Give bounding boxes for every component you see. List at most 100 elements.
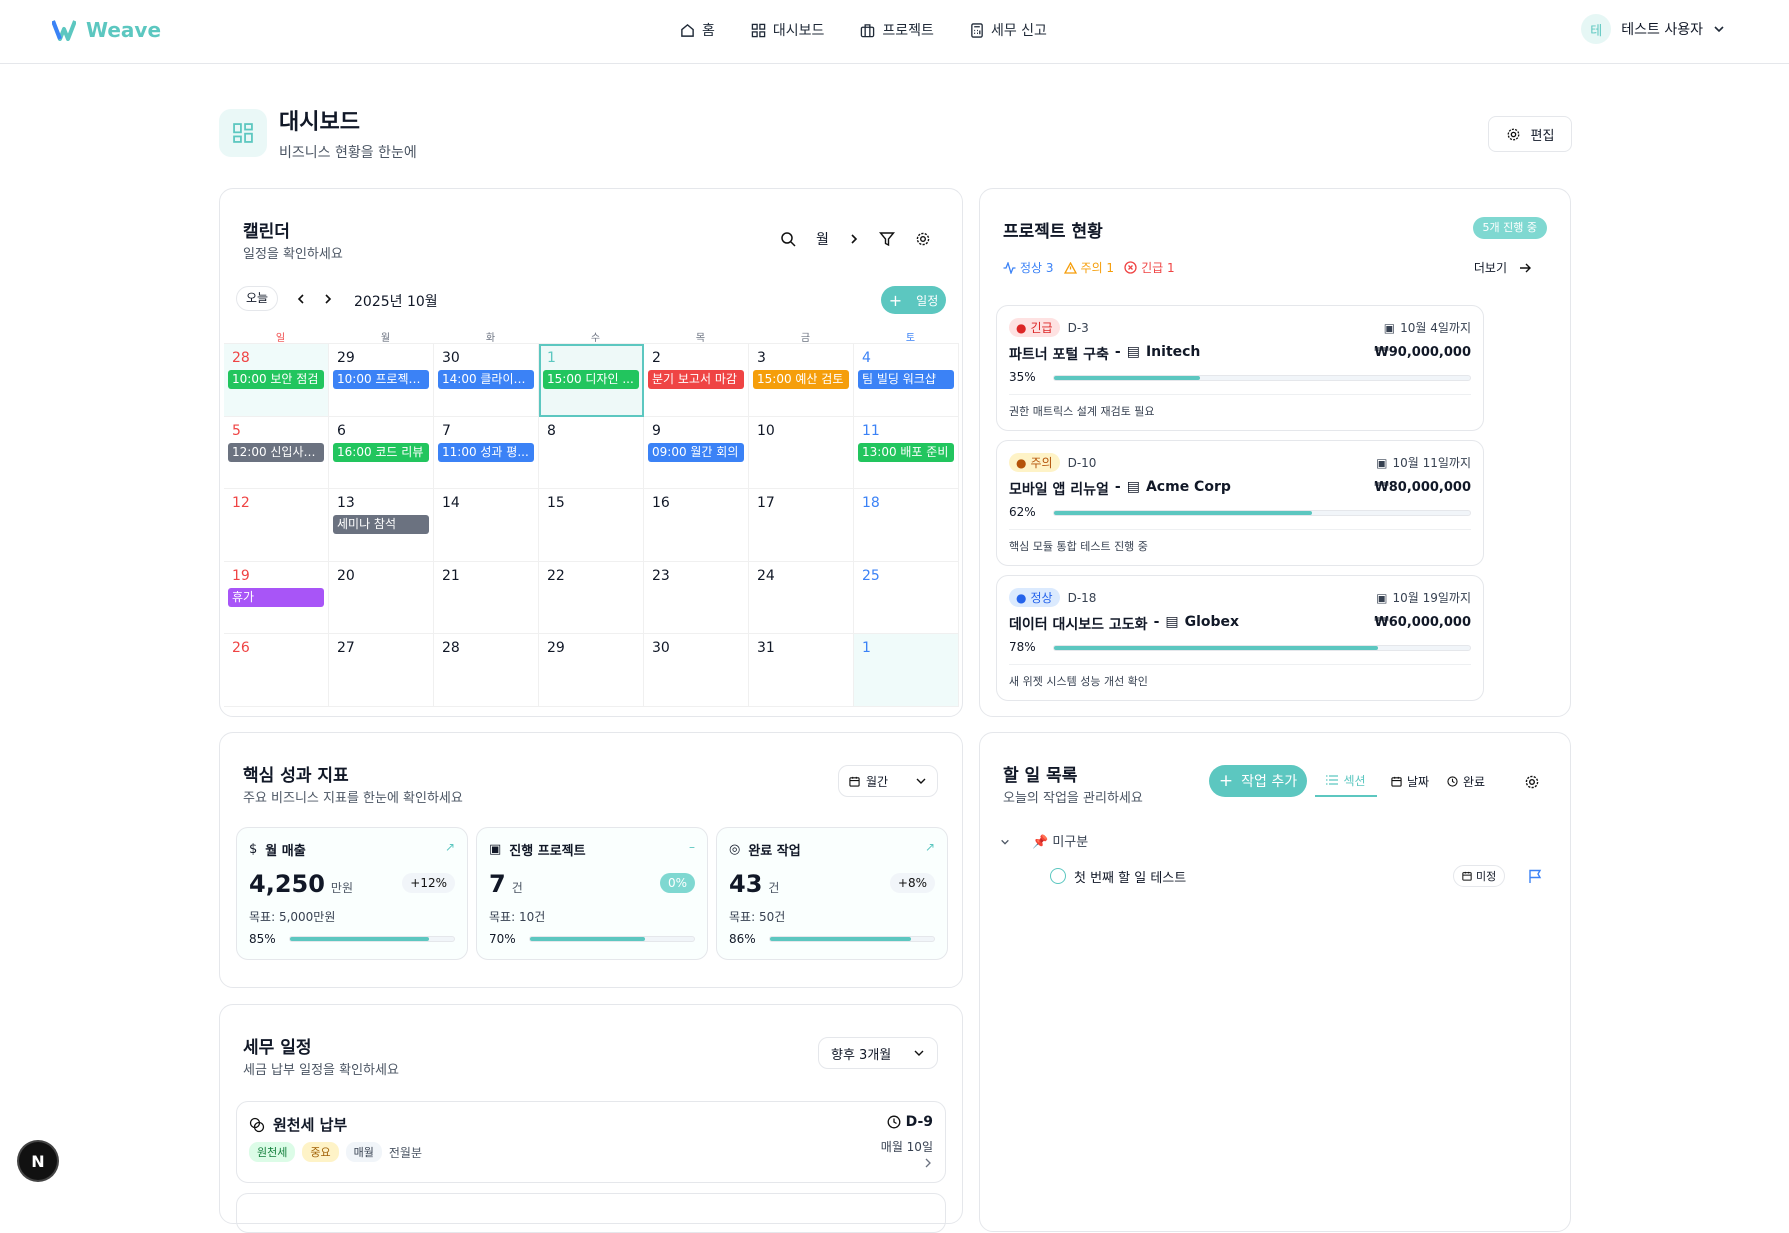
calendar-event[interactable]: 팀 빌딩 워크샵 xyxy=(858,370,954,389)
calendar-day[interactable]: 1 15:00 디자인 ... xyxy=(539,344,644,417)
project-note: 핵심 모듈 통합 테스트 진행 중 xyxy=(1009,540,1148,553)
calendar-day[interactable]: 7 11:00 성과 평... xyxy=(434,416,539,489)
calendar-day[interactable]: 23 xyxy=(644,561,749,634)
kpi-tile[interactable]: $ 월 매출 ↗ 4,250 만원 +12% 목표: 5,000만원 85% xyxy=(236,827,468,960)
kpi-delta: 0% xyxy=(659,873,695,893)
calendar-day[interactable]: 29 xyxy=(539,634,644,707)
today-button[interactable]: 오늘 xyxy=(236,286,279,311)
calendar-day[interactable]: 16 xyxy=(644,489,749,562)
period-select[interactable]: 월간 xyxy=(838,765,938,797)
kpi-delta: +12% xyxy=(402,873,455,893)
calendar-day[interactable]: 13 세미나 참석 xyxy=(329,489,434,562)
tab-done-label: 완료 xyxy=(1462,774,1486,789)
filter-icon[interactable] xyxy=(878,231,895,247)
kpi-label: 완료 작업 xyxy=(748,844,801,859)
calendar-day[interactable]: 11 13:00 배포 준비 xyxy=(854,416,959,489)
next-month-icon[interactable] xyxy=(323,293,333,305)
calendar-day[interactable]: 22 xyxy=(539,561,644,634)
calendar-day[interactable]: 29 10:00 프로젝트... xyxy=(329,344,434,417)
calendar-day[interactable]: 28 xyxy=(434,634,539,707)
calendar-day[interactable]: 25 xyxy=(854,561,959,634)
task-checkbox[interactable] xyxy=(1050,868,1066,884)
view-mode[interactable]: 월 xyxy=(816,229,829,249)
calendar-day[interactable]: 4 팀 빌딩 워크샵 xyxy=(854,344,959,417)
calendar-event[interactable]: 12:00 신입사원... xyxy=(228,442,324,462)
x-circle-icon xyxy=(1124,261,1137,274)
filter-urgent[interactable]: 긴급 1 xyxy=(1124,259,1175,276)
calendar-day[interactable]: 14 xyxy=(434,489,539,562)
tax-item[interactable]: 원천세 납부 원천세 중요 매월 전월분 D-9 매월 10일 xyxy=(236,1101,946,1183)
calendar-event[interactable]: 14:00 클라이언... xyxy=(438,370,534,389)
calendar-day[interactable]: 10 xyxy=(749,416,854,489)
calendar-event[interactable]: 휴가 xyxy=(228,587,324,607)
chevron-right-icon[interactable] xyxy=(849,233,859,245)
filter-warn[interactable]: 주의 1 xyxy=(1063,259,1114,276)
add-event-button[interactable]: + 일정 xyxy=(881,286,946,314)
nav-home[interactable]: 홈 xyxy=(680,20,715,40)
calendar-day[interactable]: 8 xyxy=(539,416,644,489)
calendar-event[interactable]: 09:00 월간 회의 xyxy=(648,442,744,462)
nav-projects[interactable]: 프로젝트 xyxy=(860,20,934,40)
logo[interactable]: Weave xyxy=(52,18,161,42)
tab-date[interactable]: 날짜 xyxy=(1384,765,1436,797)
calendar-day[interactable]: 30 14:00 클라이언... xyxy=(434,344,539,417)
nav-dashboard[interactable]: 대시보드 xyxy=(751,20,824,40)
calendar-event[interactable]: 10:00 보안 점검 xyxy=(228,370,324,389)
calendar-day[interactable]: 6 16:00 코드 리뷰 xyxy=(329,416,434,489)
flag-icon[interactable] xyxy=(1528,869,1542,884)
settings-icon[interactable] xyxy=(915,231,931,247)
calendar-event[interactable]: 세미나 참석 xyxy=(333,515,429,534)
tax-item-next[interactable] xyxy=(236,1193,946,1233)
calendar-event[interactable]: 11:00 성과 평... xyxy=(438,442,534,462)
settings-icon[interactable] xyxy=(1524,774,1540,790)
prev-month-icon[interactable] xyxy=(296,293,306,305)
more-link[interactable]: 더보기 xyxy=(1474,259,1532,276)
tab-section[interactable]: 섹션 xyxy=(1315,765,1377,797)
briefcase-icon: ▣ xyxy=(489,842,502,857)
add-task-button[interactable]: + 작업 추가 xyxy=(1209,765,1307,797)
calendar-event[interactable]: 13:00 배포 준비 xyxy=(858,442,954,462)
kpi-tile[interactable]: ◎ 완료 작업 ↗ 43 건 +8% 목표: 50건 86% xyxy=(716,827,948,960)
calendar-day[interactable]: 18 xyxy=(854,489,959,562)
calendar-day[interactable]: 15 xyxy=(539,489,644,562)
calendar-day[interactable]: 20 xyxy=(329,561,434,634)
calendar-day[interactable]: 12 xyxy=(224,489,329,562)
tab-done[interactable]: 완료 xyxy=(1440,765,1492,797)
calendar-event[interactable]: 16:00 코드 리뷰 xyxy=(333,442,429,462)
calendar-day[interactable]: 17 xyxy=(749,489,854,562)
calendar-event[interactable]: 분기 보고서 마감 xyxy=(648,370,744,389)
project-card[interactable]: ● 긴급 D-3 ▣ 10월 4일까지 파트너 포털 구축 - ▤ Initech ₩90,000… xyxy=(996,305,1484,431)
calendar-day[interactable]: 5 12:00 신입사원... xyxy=(224,416,329,489)
user-menu[interactable]: 테 테스트 사용자 xyxy=(1581,14,1725,44)
calendar-day[interactable]: 2 분기 보고서 마감 xyxy=(644,344,749,417)
nav-tax[interactable]: 세무 신고 xyxy=(970,20,1047,40)
clock-icon xyxy=(887,1115,901,1129)
calendar-day[interactable]: 3 15:00 예산 검토 xyxy=(749,344,854,417)
tax-date: 매월 10일 xyxy=(880,1140,933,1154)
weekday-label: 수 xyxy=(590,333,601,344)
next-dev-button[interactable]: N xyxy=(19,1142,57,1180)
range-select[interactable]: 향후 3개월 xyxy=(818,1037,938,1069)
calendar-event[interactable]: 15:00 디자인 ... xyxy=(543,370,639,389)
calendar-day[interactable]: 30 xyxy=(644,634,749,707)
calendar-day[interactable]: 19 휴가 xyxy=(224,561,329,634)
calendar-day[interactable]: 27 xyxy=(329,634,434,707)
task-text[interactable]: 첫 번째 할 일 테스트 xyxy=(1074,867,1186,886)
filter-normal[interactable]: 정상 3 xyxy=(1003,259,1054,276)
calendar-event[interactable]: 10:00 프로젝트... xyxy=(333,370,429,389)
project-card[interactable]: ● 주의 D-10 ▣ 10월 11일까지 모바일 앱 리뉴얼 - ▤ Acme Corp ₩80… xyxy=(996,440,1484,566)
calendar-day[interactable]: 1 xyxy=(854,634,959,707)
calendar-event[interactable]: 15:00 예산 검토 xyxy=(753,370,849,389)
chevron-down-icon[interactable] xyxy=(1000,837,1010,847)
project-card[interactable]: ● 정상 D-18 ▣ 10월 19일까지 데이터 대시보드 고도화 - ▤ Globex ₩60… xyxy=(996,575,1484,701)
calendar-day[interactable]: 31 xyxy=(749,634,854,707)
edit-button[interactable]: 편집 xyxy=(1488,116,1572,152)
calendar-day[interactable]: 26 xyxy=(224,634,329,707)
calendar-day[interactable]: 21 xyxy=(434,561,539,634)
search-icon[interactable] xyxy=(780,231,796,247)
kpi-tile[interactable]: ▣ 진행 프로젝트 – 7 건 0% 목표: 10건 70% xyxy=(476,827,708,960)
calendar-day[interactable]: 28 10:00 보안 점검 xyxy=(224,344,329,417)
task-date-badge[interactable]: 미정 xyxy=(1453,865,1506,887)
calendar-day[interactable]: 9 09:00 월간 회의 xyxy=(644,416,749,489)
calendar-day[interactable]: 24 xyxy=(749,561,854,634)
